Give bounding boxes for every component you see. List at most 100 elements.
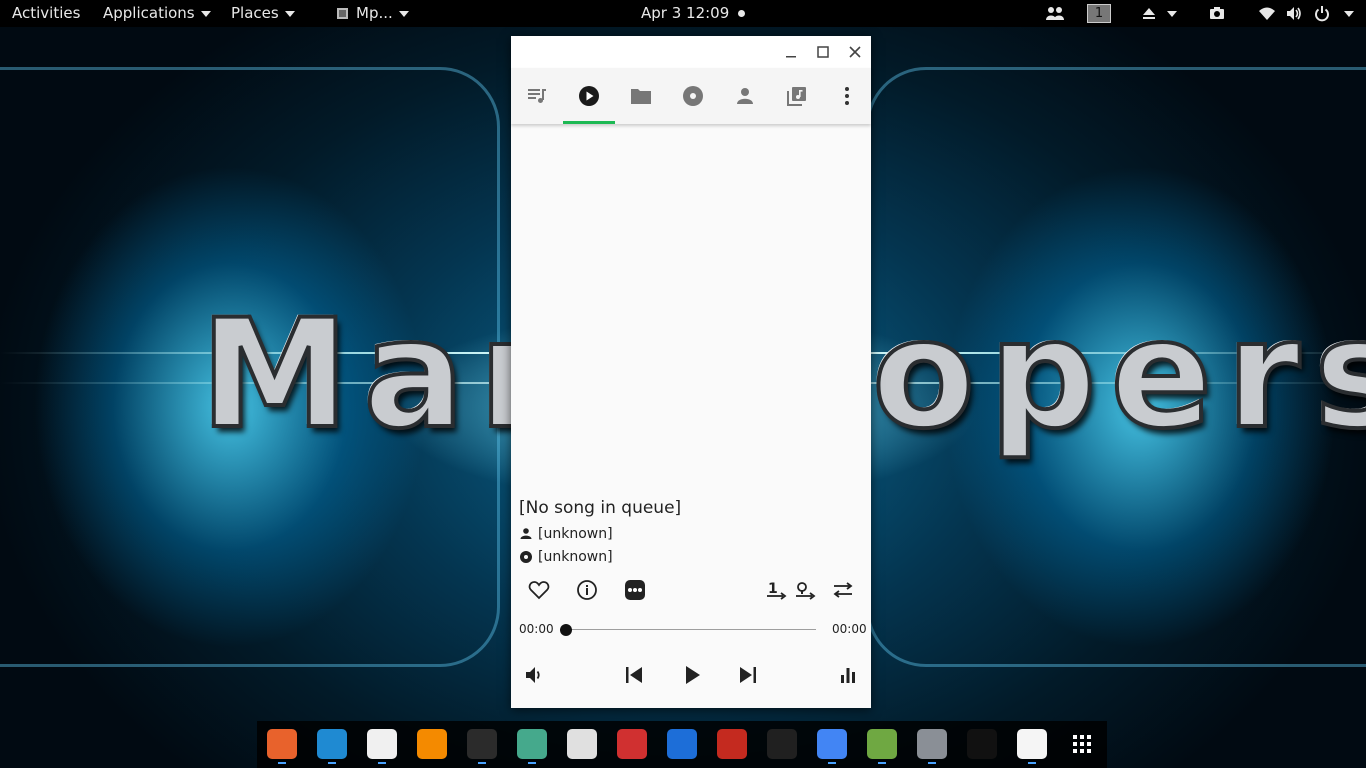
- more-horiz-icon: [625, 580, 645, 600]
- wifi-icon[interactable]: [1258, 5, 1276, 22]
- disc-icon: [683, 86, 703, 106]
- repeat-one-icon: 1: [767, 581, 787, 600]
- person-icon: [520, 528, 532, 539]
- minimize-icon[interactable]: [781, 42, 801, 62]
- play-button[interactable]: [677, 660, 707, 690]
- dock-app-show-apps[interactable]: [1067, 729, 1097, 759]
- folder-icon: [631, 89, 651, 104]
- maximize-icon[interactable]: [813, 42, 833, 62]
- activities-button[interactable]: Activities: [12, 0, 80, 27]
- dock-app-phone[interactable]: [967, 729, 997, 759]
- equalizer-button[interactable]: [833, 660, 863, 690]
- dock: [257, 721, 1107, 768]
- volume-icon[interactable]: [1286, 5, 1302, 22]
- power-icon[interactable]: [1314, 5, 1330, 22]
- play-icon: [686, 666, 700, 684]
- screenshot-icon[interactable]: [1209, 5, 1225, 22]
- dock-app-kde-connect[interactable]: [767, 729, 797, 759]
- time-total: 00:00: [832, 622, 867, 636]
- running-indicator: [278, 762, 286, 764]
- seek-handle[interactable]: [560, 624, 572, 636]
- people-icon[interactable]: [1045, 5, 1065, 22]
- places-label: Places: [231, 4, 279, 22]
- dock-app-firefox[interactable]: [267, 729, 297, 759]
- more-vert-icon: [845, 87, 849, 105]
- volume-button[interactable]: [519, 660, 549, 690]
- info-button[interactable]: [572, 575, 602, 605]
- chevron-down-icon: [200, 10, 211, 17]
- chevron-down-icon: [398, 10, 409, 17]
- dock-app-app-red-diamond[interactable]: [617, 729, 647, 759]
- running-indicator: [528, 762, 536, 764]
- overflow-menu-button[interactable]: [823, 68, 871, 124]
- tab-bar: [511, 68, 871, 124]
- dock-app-teamviewer[interactable]: [667, 729, 697, 759]
- more-options-button[interactable]: [620, 575, 650, 605]
- album-name: [unknown]: [538, 549, 613, 565]
- heart-icon: [528, 581, 550, 600]
- repeat-button[interactable]: [828, 575, 858, 605]
- app-icon: [337, 8, 348, 19]
- next-button[interactable]: [733, 660, 763, 690]
- applications-label: Applications: [103, 4, 195, 22]
- person-icon: [737, 88, 753, 104]
- running-indicator: [878, 762, 886, 764]
- repeat-icon: [833, 582, 853, 598]
- app-menu[interactable]: Mp...: [337, 0, 409, 27]
- clock-label: Apr 3 12:09: [641, 4, 730, 22]
- active-tab-indicator: [563, 121, 615, 124]
- tab-queue[interactable]: [511, 68, 563, 124]
- chevron-down-icon[interactable]: [1344, 11, 1354, 17]
- dock-app-virtualbox[interactable]: [917, 729, 947, 759]
- song-title: [No song in queue]: [519, 498, 682, 518]
- close-icon[interactable]: [845, 42, 865, 62]
- tab-files[interactable]: [615, 68, 667, 124]
- tab-albums[interactable]: [667, 68, 719, 124]
- dock-app-app-red-white[interactable]: [567, 729, 597, 759]
- dock-app-vscode[interactable]: [317, 729, 347, 759]
- applications-menu[interactable]: Applications: [103, 0, 211, 27]
- dock-app-files[interactable]: [367, 729, 397, 759]
- workspace-indicator[interactable]: 1: [1087, 4, 1111, 23]
- chevron-down-icon: [284, 10, 295, 17]
- consume-mode-button[interactable]: [790, 575, 820, 605]
- tab-now-playing[interactable]: [563, 68, 615, 124]
- tab-artists[interactable]: [719, 68, 771, 124]
- seek-bar[interactable]: [566, 629, 816, 630]
- queue-music-icon: [528, 89, 546, 103]
- dock-app-chrome[interactable]: [817, 729, 847, 759]
- app-menu-label: Mp...: [356, 4, 393, 22]
- previous-button[interactable]: [619, 660, 649, 690]
- running-indicator: [828, 762, 836, 764]
- favorite-button[interactable]: [524, 575, 554, 605]
- places-menu[interactable]: Places: [231, 0, 295, 27]
- dock-app-vlc[interactable]: [417, 729, 447, 759]
- skip-next-icon: [740, 667, 756, 683]
- dock-app-filezilla[interactable]: [717, 729, 747, 759]
- wallpaper-text-right: opers: [870, 288, 1366, 462]
- clock[interactable]: Apr 3 12:09: [641, 0, 746, 27]
- top-bar: Activities Applications Places Mp... Apr…: [0, 0, 1366, 27]
- running-indicator: [478, 762, 486, 764]
- dock-app-android-studio[interactable]: [867, 729, 897, 759]
- disc-icon: [520, 551, 532, 563]
- dock-app-app-white-circle[interactable]: [1017, 729, 1047, 759]
- play-circle-icon: [579, 86, 599, 106]
- activities-label: Activities: [12, 4, 81, 22]
- volume-icon: [526, 667, 540, 683]
- svg-text:1: 1: [768, 581, 778, 597]
- tab-playlists[interactable]: [771, 68, 823, 124]
- dock-app-terminal[interactable]: [467, 729, 497, 759]
- single-mode-button[interactable]: 1: [761, 575, 791, 605]
- window-titlebar[interactable]: [511, 36, 871, 68]
- eject-icon[interactable]: [1141, 5, 1157, 22]
- skip-previous-icon: [626, 667, 642, 683]
- running-indicator: [928, 762, 936, 764]
- library-music-icon: [787, 87, 806, 106]
- consume-icon: [796, 582, 816, 600]
- notification-dot: [738, 10, 746, 17]
- chevron-down-icon[interactable]: [1167, 11, 1177, 17]
- dock-app-atom[interactable]: [517, 729, 547, 759]
- running-indicator: [328, 762, 336, 764]
- artist-name: [unknown]: [538, 526, 613, 542]
